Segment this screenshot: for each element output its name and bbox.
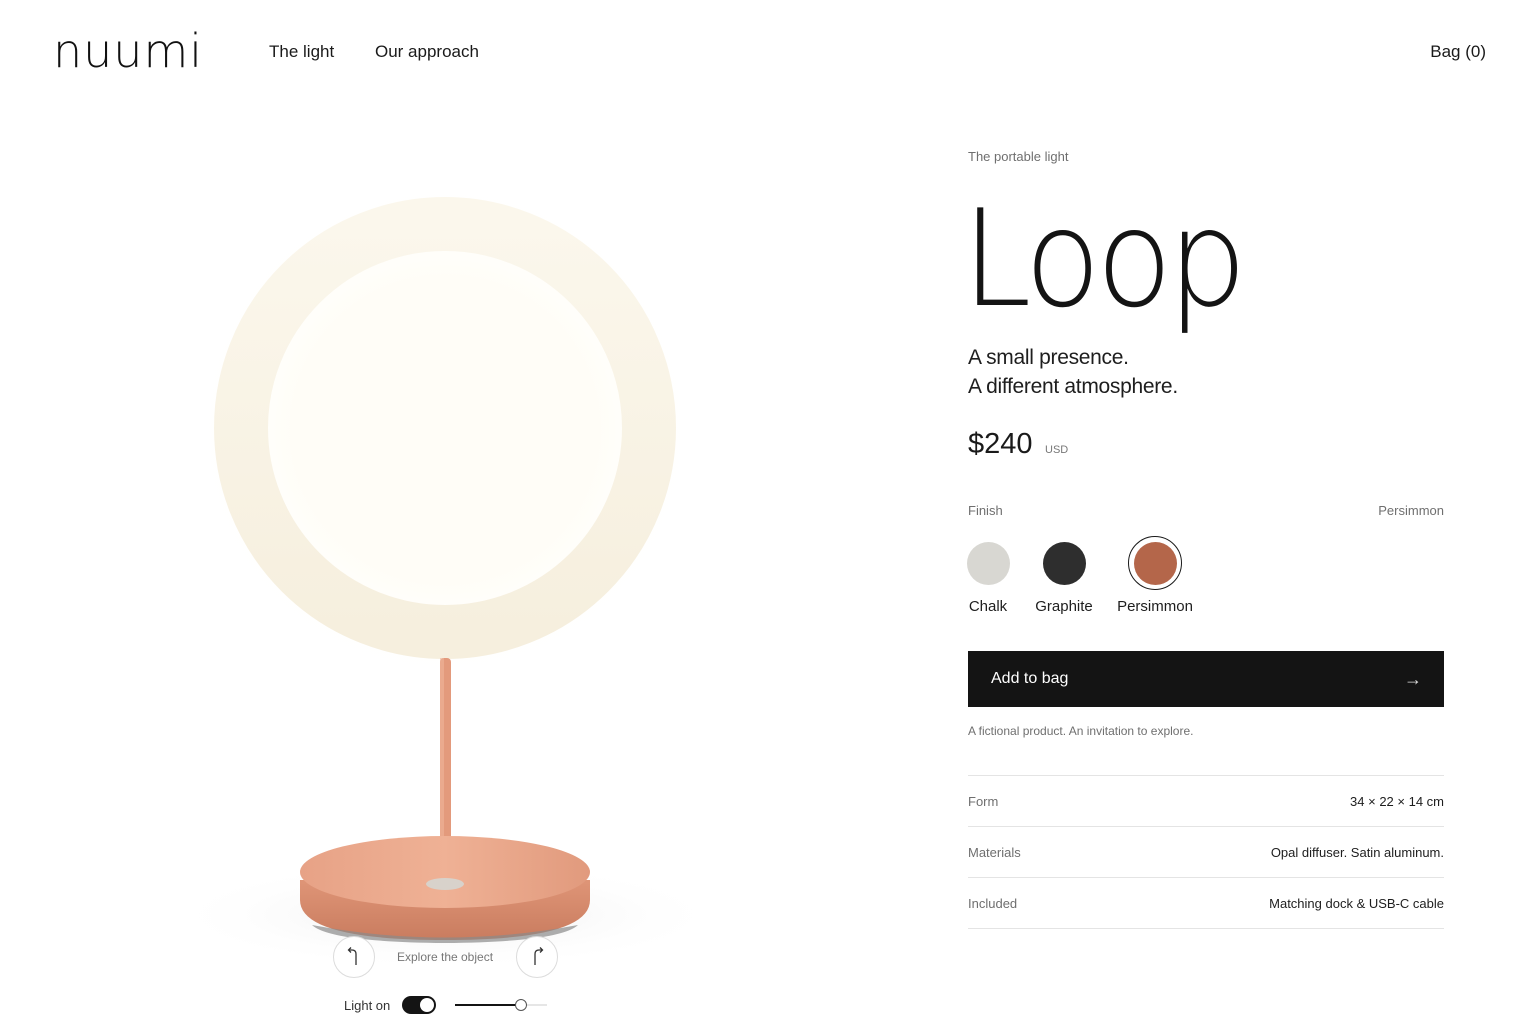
light-toggle-label: Light on (344, 998, 391, 1013)
spec-table: Form 34 × 22 × 14 cm Materials Opal diff… (968, 775, 1444, 929)
explore-label: Explore the object (396, 950, 494, 964)
spec-value: Opal diffuser. Satin aluminum. (1270, 844, 1444, 860)
slider-fill (455, 1004, 522, 1006)
rotate-right-icon (534, 947, 544, 965)
spec-value: 34 × 22 × 14 cm (1350, 793, 1444, 809)
spec-key: Form (968, 793, 999, 809)
nav-link-the-light[interactable]: The light (269, 42, 334, 62)
product-title: Loop (962, 181, 1247, 337)
swatch-ring (961, 536, 1015, 590)
swatch-color-chalk (966, 541, 1010, 585)
base-touch-button (426, 878, 464, 890)
brand-logo[interactable]: nuumi (53, 28, 203, 74)
swatch-color-persimmon (1133, 541, 1177, 585)
nav-link-our-approach[interactable]: Our approach (375, 42, 479, 62)
finish-label: Finish (968, 503, 1003, 518)
spec-row-form: Form 34 × 22 × 14 cm (968, 776, 1444, 827)
arrow-right-icon: → (1404, 668, 1422, 689)
swatch-label: Persimmon (1117, 598, 1193, 615)
finish-selected-value: Persimmon (1378, 503, 1444, 518)
add-to-bag-button[interactable]: Add to bag → (968, 651, 1444, 707)
spec-row-included: Included Matching dock & USB-C cable (968, 878, 1444, 929)
product-viewer[interactable]: Explore the object Light on (0, 100, 900, 1024)
brightness-slider[interactable] (455, 996, 547, 1014)
slider-thumb[interactable] (515, 999, 528, 1011)
add-to-bag-label: Add to bag (991, 670, 1069, 687)
disclaimer-text: A fictional product. An invitation to ex… (968, 724, 1194, 738)
lamp-illustration[interactable] (0, 100, 900, 1024)
swatch-ring-selected (1128, 536, 1182, 590)
spec-key: Included (968, 895, 1018, 911)
swatch-label: Graphite (1035, 598, 1093, 615)
tagline-line-2: A different atmosphere. (968, 375, 1178, 398)
rotate-left-icon (347, 947, 357, 965)
rotate-right-button[interactable] (516, 936, 558, 978)
product-eyebrow: The portable light (968, 149, 1069, 164)
swatch-graphite[interactable]: Graphite (1019, 536, 1109, 615)
swatch-ring (1037, 536, 1091, 590)
spec-row-materials: Materials Opal diffuser. Satin aluminum. (968, 827, 1444, 878)
swatch-color-graphite (1042, 541, 1086, 585)
price-currency: USD (1045, 444, 1069, 456)
bag-link[interactable]: Bag (0) (1430, 42, 1486, 62)
rotate-left-button[interactable] (333, 936, 375, 978)
swatch-persimmon[interactable]: Persimmon (1110, 536, 1200, 615)
product-price: $240 (968, 428, 1033, 460)
spec-key: Materials (968, 844, 1021, 860)
tagline-line-1: A small presence. (968, 346, 1129, 369)
spec-value: Matching dock & USB-C cable (1269, 895, 1444, 911)
light-toggle[interactable] (402, 996, 436, 1014)
product-tagline: A small presence. A different atmosphere… (968, 343, 1178, 401)
toggle-knob (420, 998, 434, 1012)
